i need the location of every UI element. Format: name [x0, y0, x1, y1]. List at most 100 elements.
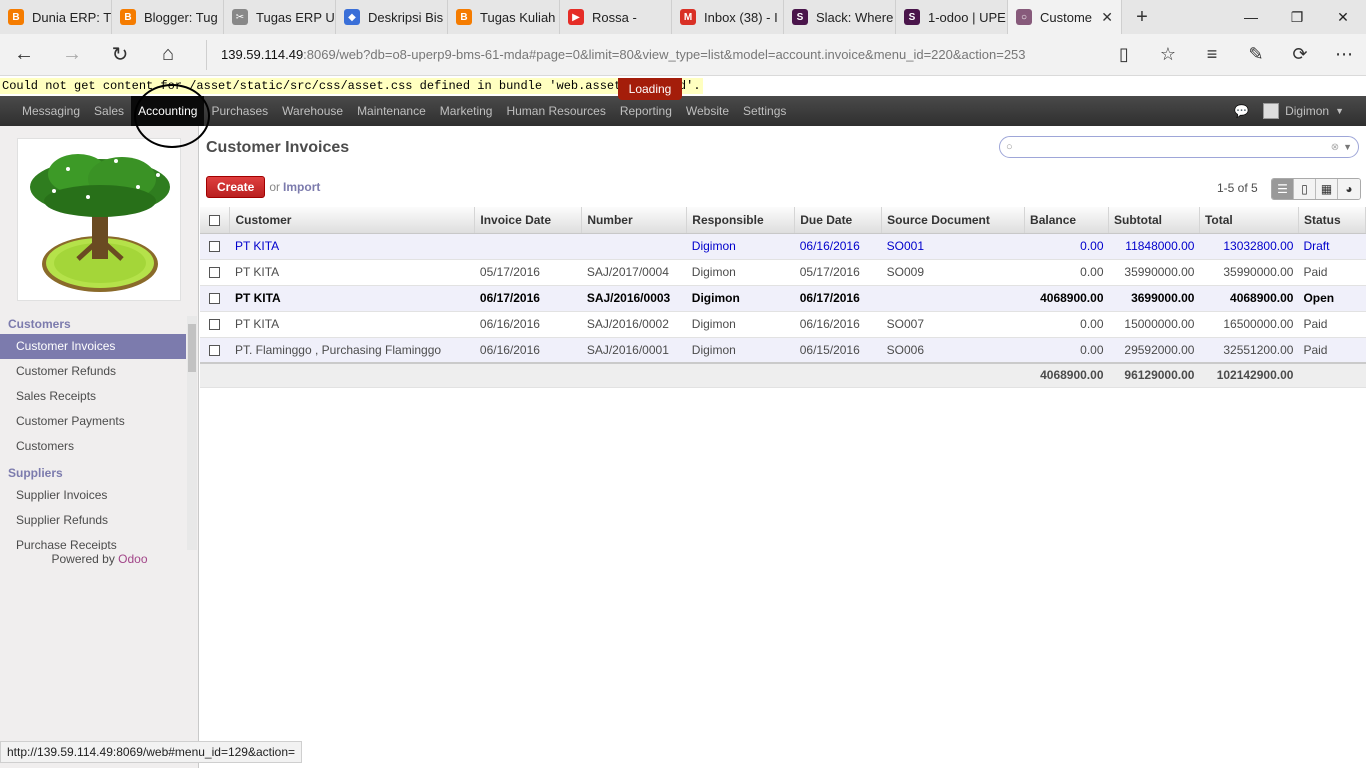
column-header-total[interactable]: Total — [1199, 207, 1299, 234]
web-note-icon[interactable]: ✎ — [1234, 44, 1278, 65]
browser-tab[interactable]: S 1-odoo | UPE — [896, 0, 1008, 34]
menu-item-reporting[interactable]: Reporting — [613, 96, 679, 126]
sidebar-item-sales-receipts[interactable]: Sales Receipts — [0, 384, 186, 409]
list-view-icon[interactable]: ☰ — [1272, 179, 1294, 199]
browser-tab[interactable]: ✂ Tugas ERP U — [224, 0, 336, 34]
home-icon[interactable]: ⌂ — [144, 34, 192, 76]
minimize-icon[interactable]: — — [1228, 0, 1274, 34]
sidebar-item-supplier-invoices[interactable]: Supplier Invoices — [0, 483, 186, 508]
select-all-checkbox[interactable] — [200, 207, 231, 234]
avatar[interactable] — [1263, 103, 1280, 119]
chat-icon[interactable]: 💬 — [1234, 104, 1249, 118]
favorite-star-icon[interactable]: ☆ — [1146, 44, 1190, 65]
cell-total: 16500000.00 — [1199, 311, 1299, 338]
table-row[interactable]: PT KITA 06/17/2016 SAJ/2016/0003 Digimon 06/… — [200, 285, 1366, 312]
cell-invoice-date: 05/17/2016 — [474, 259, 582, 286]
cell-subtotal: 15000000.00 — [1108, 311, 1200, 338]
new-tab-button[interactable]: + — [1122, 0, 1162, 34]
browser-tab[interactable]: S Slack: Where — [784, 0, 896, 34]
more-icon[interactable]: ⋯ — [1322, 44, 1366, 65]
table-row[interactable]: PT KITA 05/17/2016 SAJ/2017/0004 Digimon 05/… — [200, 259, 1366, 286]
menu-item-accounting[interactable]: Accounting — [131, 96, 205, 126]
row-checkbox[interactable] — [200, 285, 230, 312]
column-header-source-document[interactable]: Source Document — [881, 207, 1026, 234]
column-header-responsible[interactable]: Responsible — [686, 207, 796, 234]
browser-tab[interactable]: ▶ Rossa - — [560, 0, 672, 34]
forward-icon[interactable]: → — [48, 34, 96, 76]
table-row[interactable]: PT KITA 06/16/2016 SAJ/2016/0002 Digimon 06/… — [200, 311, 1366, 338]
sidebar-item-customer-payments[interactable]: Customer Payments — [0, 409, 186, 434]
close-window-icon[interactable]: ✕ — [1320, 0, 1366, 34]
browser-nav-bar: ← → ↻ ⌂ 139.59.114.49 :8069/web?db=o8-up… — [0, 34, 1366, 76]
sidebar-item-customers[interactable]: Customers — [0, 434, 186, 459]
odoo-link[interactable]: Odoo — [118, 552, 147, 566]
share-icon[interactable]: ⟳ — [1278, 44, 1322, 65]
column-header-status[interactable]: Status — [1298, 207, 1366, 234]
cell-customer: PT KITA — [229, 233, 475, 260]
search-box[interactable]: ○ ⊗ ▼ — [999, 136, 1359, 158]
row-checkbox[interactable] — [200, 259, 230, 286]
cell-status: Paid — [1298, 337, 1366, 364]
table-row[interactable]: PT KITA Digimon 06/16/2016 SO001 0.00 1184800… — [200, 233, 1366, 260]
sidebar-item-customer-invoices[interactable]: Customer Invoices — [0, 334, 186, 359]
search-input[interactable] — [1016, 138, 1331, 156]
import-link[interactable]: Import — [283, 180, 320, 194]
browser-tab[interactable]: B Blogger: Tug — [112, 0, 224, 34]
page-title: Customer Invoices — [206, 139, 350, 156]
cell-subtotal: 3699000.00 — [1108, 285, 1200, 312]
browser-tab[interactable]: ○ Custome ✕ — [1008, 0, 1122, 34]
browser-tab[interactable]: B Dunia ERP: T — [0, 0, 112, 34]
menu-item-settings[interactable]: Settings — [736, 96, 793, 126]
pager[interactable]: 1-5 of 5 — [1217, 181, 1258, 195]
hub-icon[interactable]: ≡ — [1190, 44, 1234, 65]
back-icon[interactable]: ← — [0, 34, 48, 76]
row-checkbox[interactable] — [200, 233, 230, 260]
column-header-subtotal[interactable]: Subtotal — [1108, 207, 1200, 234]
column-header-customer[interactable]: Customer — [229, 207, 476, 234]
sidebar-scrollbar[interactable] — [187, 316, 197, 550]
totals-row: 4068900.00 96129000.00 102142900.00 — [200, 362, 1366, 388]
column-header-number[interactable]: Number — [581, 207, 688, 234]
browser-tab[interactable]: ◆ Deskripsi Bis — [336, 0, 448, 34]
cell-total: 13032800.00 — [1199, 233, 1299, 260]
sidebar-item-purchase-receipts[interactable]: Purchase Receipts — [0, 533, 186, 550]
checkbox-icon — [209, 319, 221, 331]
browser-tab[interactable]: M Inbox (38) - I — [672, 0, 784, 34]
search-options-icon[interactable]: ▼ — [1343, 142, 1352, 152]
user-menu[interactable]: Digimon — [1285, 104, 1329, 118]
menu-item-purchases[interactable]: Purchases — [204, 96, 275, 126]
calendar-view-icon[interactable]: ▦ — [1316, 179, 1338, 199]
reading-view-icon[interactable]: ▯ — [1102, 44, 1146, 65]
column-header-due-date[interactable]: Due Date — [794, 207, 883, 234]
chevron-down-icon[interactable]: ▼ — [1335, 106, 1344, 116]
checkbox-icon — [209, 293, 221, 305]
checkbox-icon — [209, 345, 221, 357]
restore-icon[interactable]: ❐ — [1274, 0, 1320, 34]
cell-balance: 0.00 — [1024, 233, 1109, 260]
address-bar[interactable]: 139.59.114.49 :8069/web?db=o8-uperp9-bms… — [206, 39, 1086, 70]
column-header-invoice-date[interactable]: Invoice Date — [474, 207, 583, 234]
close-tab-icon[interactable]: ✕ — [1101, 9, 1113, 26]
row-checkbox[interactable] — [200, 337, 230, 364]
menu-item-warehouse[interactable]: Warehouse — [275, 96, 350, 126]
menu-item-human-resources[interactable]: Human Resources — [499, 96, 612, 126]
menu-item-marketing[interactable]: Marketing — [433, 96, 500, 126]
cell-total: 4068900.00 — [1199, 285, 1299, 312]
table-row[interactable]: PT. Flaminggo , Purchasing Flaminggo 06/1… — [200, 337, 1366, 364]
menu-item-sales[interactable]: Sales — [87, 96, 131, 126]
or-label: or — [269, 180, 281, 194]
menu-item-maintenance[interactable]: Maintenance — [350, 96, 433, 126]
row-checkbox[interactable] — [200, 311, 230, 338]
powered-by: Powered by Odoo — [51, 552, 148, 566]
menu-item-website[interactable]: Website — [679, 96, 736, 126]
sidebar-item-supplier-refunds[interactable]: Supplier Refunds — [0, 508, 186, 533]
browser-tab[interactable]: B Tugas Kuliah — [448, 0, 560, 34]
menu-item-messaging[interactable]: Messaging — [15, 96, 87, 126]
form-view-icon[interactable]: ▯ — [1294, 179, 1316, 199]
clear-search-icon[interactable]: ⊗ — [1331, 142, 1339, 153]
create-button[interactable]: Create — [206, 176, 266, 198]
column-header-balance[interactable]: Balance — [1024, 207, 1109, 234]
graph-view-icon[interactable]: ◕ — [1338, 179, 1360, 199]
sidebar-item-customer-refunds[interactable]: Customer Refunds — [0, 359, 186, 384]
refresh-icon[interactable]: ↻ — [96, 34, 144, 76]
